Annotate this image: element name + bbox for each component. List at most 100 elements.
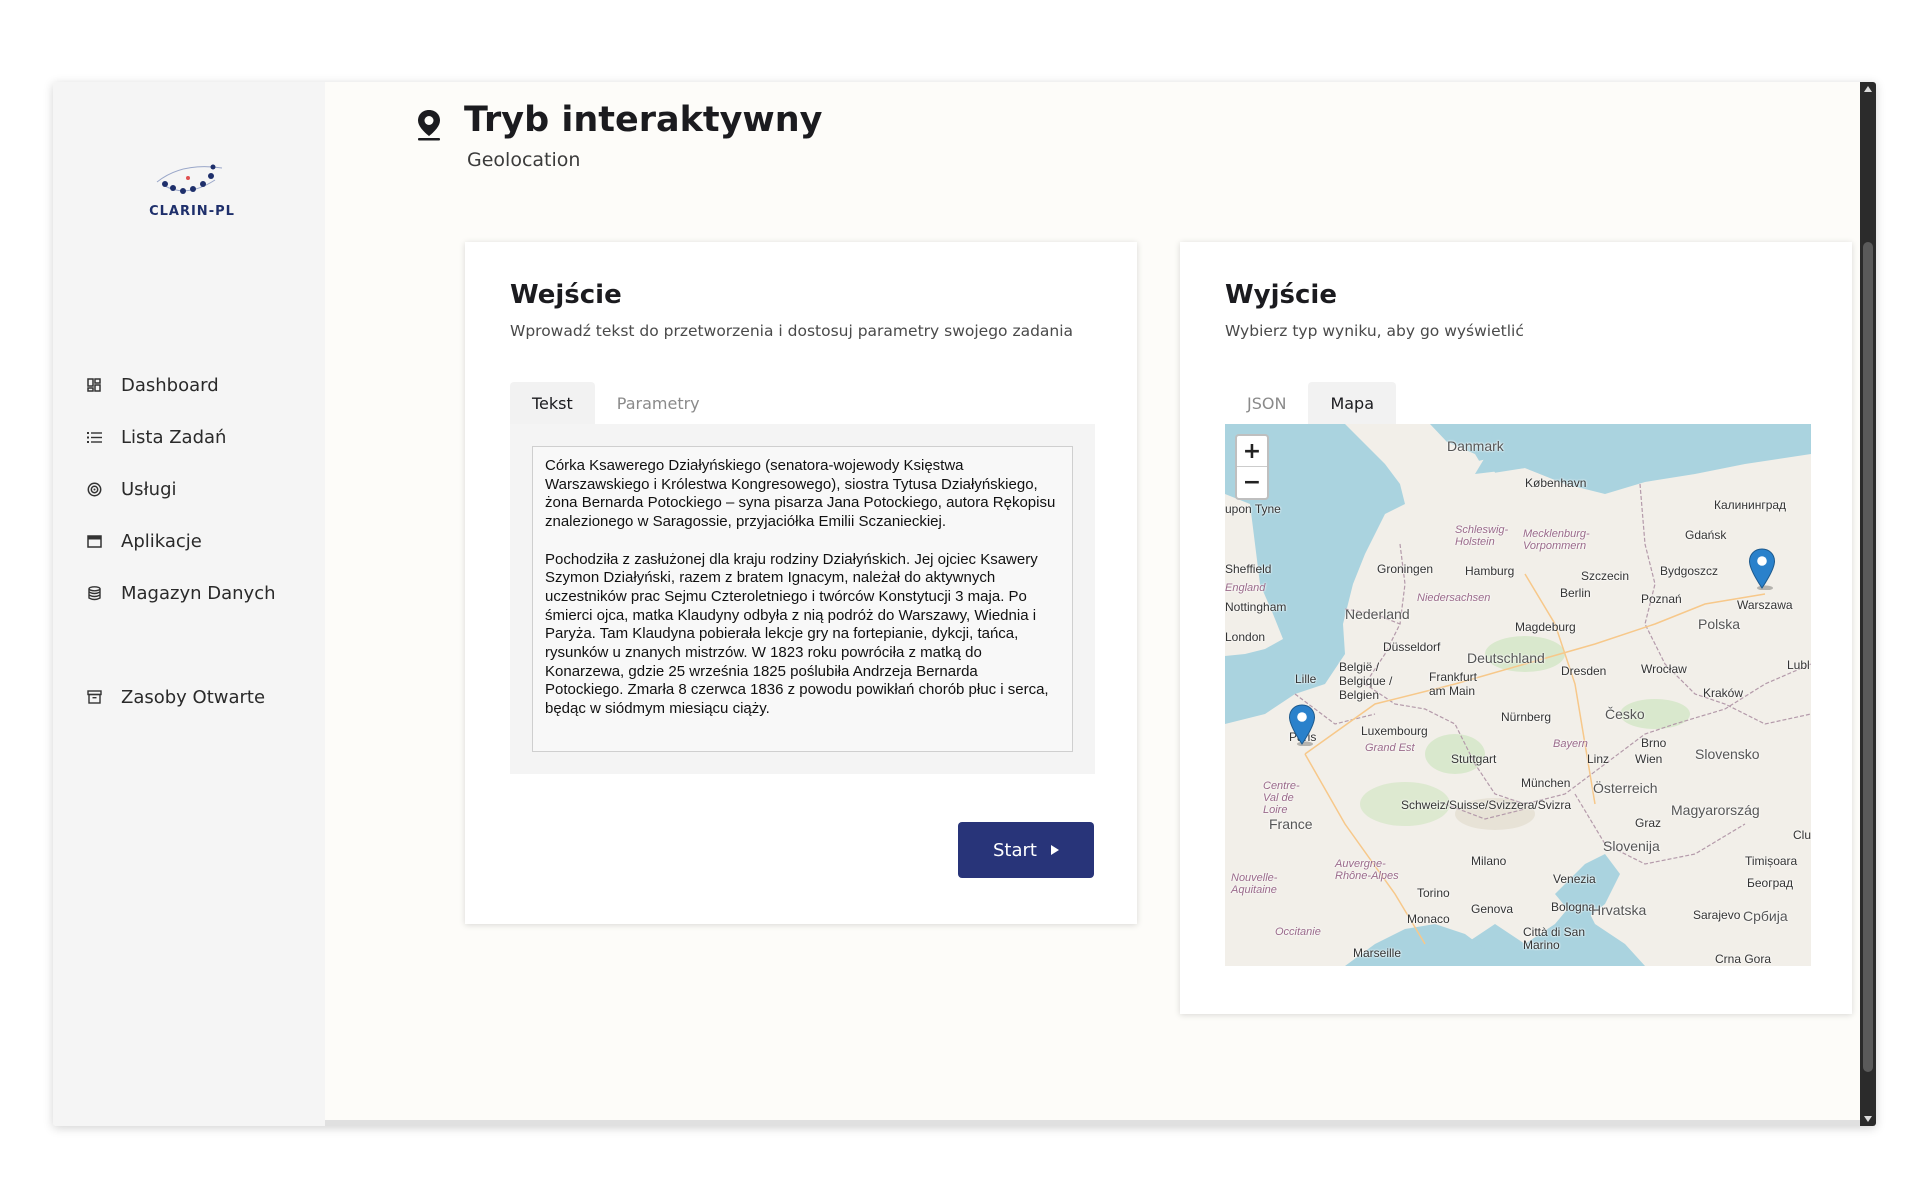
map-label: Marseille [1353, 946, 1402, 960]
zoom-control: + − [1235, 434, 1269, 500]
map-label: Nouvelle-Aquitaine [1231, 872, 1278, 896]
tab-tekst[interactable]: Tekst [510, 382, 595, 424]
services-icon [83, 478, 105, 500]
map-label: Česko [1605, 706, 1645, 722]
map-label: Mecklenburg-Vorpommern [1523, 528, 1590, 552]
map-label: Србија [1743, 908, 1788, 924]
map-label: Graz [1635, 816, 1662, 830]
map-marker-icon [1748, 548, 1776, 590]
sidebar-item-magazyn-danych[interactable]: Magazyn Danych [83, 578, 313, 608]
horizontal-scrollbar[interactable] [325, 1120, 1860, 1126]
output-tabs: JSON Mapa [1225, 382, 1397, 424]
map-label: England [1225, 582, 1266, 594]
tab-parametry[interactable]: Parametry [595, 382, 722, 424]
map-label: Lubl [1787, 658, 1810, 672]
map-label: Timișoara [1745, 854, 1798, 868]
map-label: Niedersachsen [1417, 592, 1491, 604]
map-label: Kraków [1703, 686, 1744, 700]
map-marker-icon [1288, 704, 1316, 746]
map-label: Slovensko [1695, 746, 1760, 762]
map-label: Monaco [1407, 912, 1450, 926]
map-label: Düsseldorf [1383, 640, 1441, 654]
map-label: Nürnberg [1501, 710, 1552, 724]
sidebar: CLARIN-PL Dashboard Lista Zadań Usługi A… [53, 82, 325, 1126]
text-panel: Córka Ksawerego Działyńskiego (senatora-… [510, 424, 1095, 774]
map-pin-icon [415, 108, 443, 146]
map-label: Sarajevo [1693, 908, 1741, 922]
map-label: Polska [1698, 616, 1741, 632]
sidebar-item-aplikacje[interactable]: Aplikacje [83, 526, 313, 556]
map-label: Clu [1793, 828, 1811, 842]
clarin-logo[interactable]: CLARIN-PL [137, 158, 247, 228]
map-label: Milano [1471, 854, 1507, 868]
zoom-out-button[interactable]: − [1237, 467, 1267, 498]
map-label: upon Tyne [1225, 502, 1281, 516]
input-tabs: Tekst Parametry [510, 382, 722, 424]
map-view[interactable]: + − Danmark København Калининград Gdańsk… [1225, 424, 1811, 966]
output-description: Wybierz typ wyniku, aby go wyświetlić [1225, 322, 1524, 340]
map-label: Magyarország [1671, 802, 1760, 818]
map-label: Nederland [1345, 606, 1410, 622]
map-label: Wien [1635, 752, 1663, 766]
map-label: Danmark [1447, 438, 1504, 454]
map-label: London [1225, 630, 1266, 644]
map-label: Stuttgart [1451, 752, 1497, 766]
input-card: Wejście Wprowadź tekst do przetworzenia … [465, 242, 1137, 924]
database-icon [83, 582, 105, 604]
list-icon [83, 426, 105, 448]
map-label: Schweiz/Suisse/Svizzera/Svizra [1401, 798, 1572, 812]
map-label: Bologna [1551, 900, 1596, 914]
input-textarea[interactable]: Córka Ksawerego Działyńskiego (senatora-… [532, 446, 1073, 752]
page-title: Tryb interaktywny [464, 100, 823, 140]
map-label: Frankfurt am Main [1429, 670, 1478, 698]
map-marker-paris[interactable] [1288, 704, 1316, 746]
map-label: Калининград [1714, 498, 1787, 512]
sidebar-item-uslugi[interactable]: Usługi [83, 474, 313, 504]
sidebar-item-label: Usługi [121, 478, 177, 500]
map-label: Lille [1295, 672, 1317, 686]
map-label: Bayern [1553, 738, 1588, 750]
map-label: Slovenija [1603, 838, 1660, 854]
map-label: Bydgoszcz [1660, 564, 1719, 578]
map-label: Città di San Marino [1523, 925, 1586, 952]
map-label: Schleswig-Holstein [1455, 524, 1509, 548]
map-label: Sheffield [1225, 562, 1272, 576]
play-icon [1050, 845, 1059, 855]
zoom-in-button[interactable]: + [1237, 436, 1267, 467]
sidebar-item-dashboard[interactable]: Dashboard [83, 370, 313, 400]
map-label: France [1269, 816, 1313, 832]
map-label: München [1521, 776, 1571, 790]
scroll-down-arrow-icon[interactable] [1864, 1116, 1872, 1122]
input-title: Wejście [510, 280, 622, 310]
tab-json[interactable]: JSON [1225, 382, 1308, 424]
app-window: CLARIN-PL Dashboard Lista Zadań Usługi A… [53, 82, 1876, 1126]
start-button[interactable]: Start [958, 822, 1094, 878]
sidebar-item-zasoby-otwarte[interactable]: Zasoby Otwarte [83, 682, 313, 712]
map-label: België / Belgique / Belgien [1339, 660, 1393, 702]
archive-icon [83, 686, 105, 708]
output-card: Wyjście Wybierz typ wyniku, aby go wyświ… [1180, 242, 1852, 1014]
output-title: Wyjście [1225, 280, 1337, 310]
sidebar-item-lista-zadan[interactable]: Lista Zadań [83, 422, 313, 452]
map-marker-warszawa[interactable] [1748, 548, 1776, 590]
map-label: Nottingham [1225, 600, 1287, 614]
map-label: Wrocław [1641, 662, 1687, 676]
map-label: Deutschland [1467, 650, 1545, 666]
vertical-scrollbar[interactable] [1860, 82, 1876, 1126]
map-label: Occitanie [1275, 926, 1321, 938]
scrollbar-thumb[interactable] [1863, 242, 1873, 1072]
map-label: Luxembourg [1361, 724, 1428, 738]
tab-mapa[interactable]: Mapa [1308, 382, 1397, 424]
main-content: Tryb interaktywny Geolocation Wejście Wp… [325, 82, 1860, 1126]
app-window-icon [83, 530, 105, 552]
input-description: Wprowadź tekst do przetworzenia i dostos… [510, 322, 1074, 340]
start-button-label: Start [993, 839, 1037, 861]
scroll-up-arrow-icon[interactable] [1864, 86, 1872, 92]
dashboard-icon [83, 374, 105, 396]
map-label: Crna Gora [1715, 952, 1772, 966]
map-label: Hrvatska [1591, 902, 1647, 918]
map-label: Berlin [1560, 586, 1591, 600]
sidebar-item-label: Aplikacje [121, 530, 202, 552]
map-label: Warszawa [1737, 598, 1793, 612]
map-label: Hamburg [1465, 564, 1515, 578]
